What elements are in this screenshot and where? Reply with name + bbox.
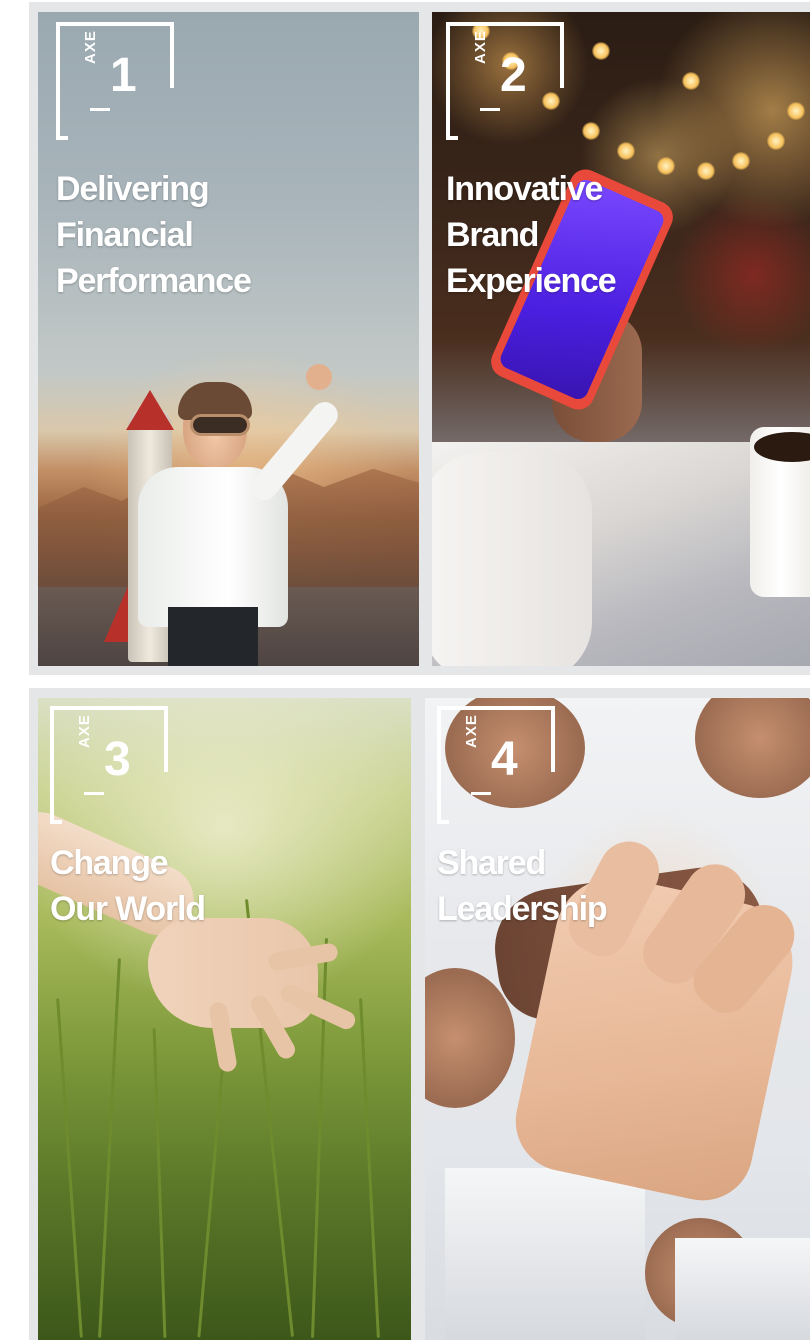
card-number: 4 [491, 733, 518, 786]
card-shared-leadership[interactable]: AXE 4 Shared Leadership [425, 698, 810, 1340]
axe-brand-text: AXE [82, 30, 99, 64]
card-innovative-brand-experience[interactable]: AXE 2 Innovative Brand Experience [432, 12, 810, 666]
axe-bracket-logo: AXE 4 [437, 706, 555, 824]
card-title: Shared Leadership [437, 844, 608, 928]
card-title: Change Our World [50, 844, 206, 928]
card-title: Delivering Financial Performance [56, 170, 252, 300]
card-label: AXE 3 Change Our World [50, 706, 390, 932]
axe-brand-text: AXE [463, 714, 480, 748]
card-number: 1 [110, 49, 137, 102]
axe-bracket-logo: AXE 1 [56, 22, 174, 140]
card-title: Innovative Brand Experience [446, 170, 617, 300]
card-number: 3 [104, 733, 131, 786]
axe-bracket-logo: AXE 2 [446, 22, 564, 140]
card-label: AXE 2 Innovative Brand Experience [446, 22, 786, 304]
card-number: 2 [500, 49, 527, 102]
axe-bracket-logo: AXE 3 [50, 706, 168, 824]
axe-brand-text: AXE [76, 714, 93, 748]
card-label: AXE 4 Shared Leadership [437, 706, 777, 932]
card-change-our-world[interactable]: AXE 3 Change Our World [38, 698, 411, 1340]
axe-brand-text: AXE [472, 30, 489, 64]
card-label: AXE 1 Delivering Financial Performance [56, 22, 396, 304]
card-delivering-financial-performance[interactable]: AXE 1 Delivering Financial Performance [38, 12, 419, 666]
